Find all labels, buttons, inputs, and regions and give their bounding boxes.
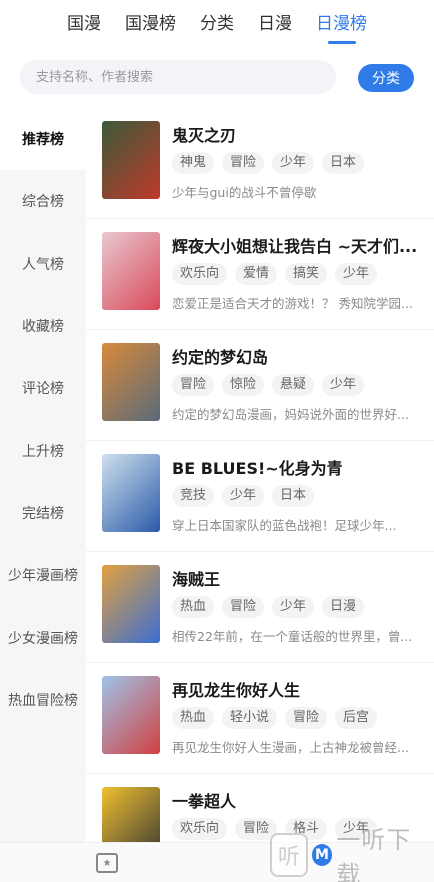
comic-tags: 欢乐向 爱情 搞笑 少年 [172, 263, 378, 285]
sidebar-item-shounen[interactable]: 少年漫画榜 [0, 544, 86, 606]
comic-tag: 竞技 [172, 485, 215, 507]
comic-description: 少年与gui的战斗不曾停歇 [172, 185, 317, 200]
comic-tag: 热血 [172, 596, 215, 618]
comic-tag: 冒险 [222, 152, 265, 174]
sidebar-item-popular[interactable]: 人气榜 [0, 233, 86, 295]
comic-title[interactable]: 辉夜大小姐想让我告白 ~天才们... [172, 233, 417, 257]
tab-riman-rank[interactable]: 日漫榜 [304, 2, 379, 46]
comic-description: 恋爱正是适合天才的游戏！？ 秀知院学园... [172, 296, 413, 311]
comic-tag: 后宫 [335, 707, 378, 729]
comic-tag: 欢乐向 [172, 818, 228, 840]
comic-tags: 热血 冒险 少年 日漫 [172, 596, 365, 618]
comic-tag: 日本 [322, 152, 365, 174]
star-icon[interactable]: ★ [96, 853, 118, 873]
comic-list-item[interactable]: 约定的梦幻岛 冒险 惊险 悬疑 少年 约定的梦幻岛漫画，妈妈说外面的世界好... [86, 330, 434, 441]
comic-tag: 冒险 [222, 596, 265, 618]
comic-tag: 悬疑 [272, 374, 315, 396]
sidebar-item-overall[interactable]: 综合榜 [0, 170, 86, 232]
comic-list-item[interactable]: 鬼灭之刃 神鬼 冒险 少年 日本 少年与gui的战斗不曾停歇 [86, 108, 434, 219]
comic-cover-image[interactable] [102, 121, 160, 199]
comic-title[interactable]: 再见龙生你好人生 [172, 677, 300, 701]
comic-description: 相传22年前，在一个童话般的世界里，曾... [172, 629, 413, 644]
tab-guoman-rank[interactable]: 国漫榜 [113, 2, 188, 46]
comic-cover-image[interactable] [102, 232, 160, 310]
comic-description: 再见龙生你好人生漫画，上古神龙被曾经... [172, 740, 409, 755]
comic-tags: 神鬼 冒险 少年 日本 [172, 152, 365, 174]
sidebar-item-comments[interactable]: 评论榜 [0, 357, 86, 419]
comic-tag: 日本 [272, 485, 315, 507]
rank-sidebar: 推荐榜 综合榜 人气榜 收藏榜 评论榜 上升榜 完结榜 少年漫画榜 少女漫画榜 … [0, 108, 86, 842]
comic-tag: 少年 [222, 485, 265, 507]
tab-riman[interactable]: 日漫 [246, 2, 304, 46]
comic-title[interactable]: 鬼灭之刃 [172, 122, 236, 146]
comic-tag: 少年 [272, 596, 315, 618]
comic-tag: 少年 [322, 374, 365, 396]
sidebar-item-shoujo[interactable]: 少女漫画榜 [0, 606, 86, 668]
comic-tag: 日漫 [322, 596, 365, 618]
comic-list-item[interactable]: BE BLUES!~化身为青 竞技 少年 日本穿上日本国家队的蓝色战袍！足球少年... [86, 441, 434, 552]
watermark-text: 一听下载 [336, 826, 412, 882]
watermark-logo-icon: 听 [270, 833, 308, 877]
comic-title[interactable]: 海贼王 [172, 566, 220, 590]
comic-title[interactable]: BE BLUES!~化身为青 [172, 455, 343, 479]
watermark-badge: M [311, 844, 333, 866]
comic-tag: 轻小说 [222, 707, 278, 729]
comic-tag: 搞笑 [285, 263, 328, 285]
comic-title[interactable]: 约定的梦幻岛 [172, 344, 268, 368]
comic-cover-image[interactable] [102, 565, 160, 643]
comic-list: 鬼灭之刃 神鬼 冒险 少年 日本 少年与gui的战斗不曾停歇 辉夜大小姐想让我告白 ~天才们… [86, 108, 434, 842]
comic-title[interactable]: 一拳超人 [172, 788, 236, 812]
comic-tag: 爱情 [235, 263, 278, 285]
comic-tags: 热血 轻小说 冒险 后宫 [172, 707, 378, 729]
comic-cover-image[interactable] [102, 343, 160, 421]
comic-list-item[interactable]: 海贼王热血 冒险 少年 日漫相传22年前，在一个童话般的世界里，曾... [86, 552, 434, 663]
comic-cover-image[interactable] [102, 454, 160, 532]
comic-tag: 冒险 [172, 374, 215, 396]
comic-description: 约定的梦幻岛漫画，妈妈说外面的世界好... [172, 407, 409, 422]
comic-tag: 热血 [172, 707, 215, 729]
sidebar-item-favorites[interactable]: 收藏榜 [0, 295, 86, 357]
sidebar-item-recommend[interactable]: 推荐榜 [0, 108, 86, 171]
comic-cover-image[interactable] [102, 676, 160, 754]
comic-list-item[interactable]: 再见龙生你好人生 热血 轻小说 冒险 后宫 再见龙生你好人生漫画，上古神龙被曾经... [86, 663, 434, 774]
watermark: 听 M 一听下载 [270, 826, 430, 882]
comic-tag: 少年 [335, 263, 378, 285]
comic-cover-image[interactable] [102, 787, 160, 842]
comic-tags: 竞技 少年 日本 [172, 485, 315, 507]
sidebar-item-hot-blood[interactable]: 热血冒险榜 [0, 669, 86, 731]
search-input[interactable] [20, 60, 336, 94]
comic-tag: 冒险 [285, 707, 328, 729]
search-row: 分类 [20, 60, 414, 94]
comic-tag: 欢乐向 [172, 263, 228, 285]
tab-guoman[interactable]: 国漫 [55, 2, 113, 46]
tab-category[interactable]: 分类 [188, 2, 246, 46]
sidebar-item-rising[interactable]: 上升榜 [0, 419, 86, 481]
comic-tag: 神鬼 [172, 152, 215, 174]
comic-description: 穿上日本国家队的蓝色战袍！足球少年... [172, 518, 397, 533]
top-tabs: 国漫 国漫榜 分类 日漫 日漫榜 [0, 0, 434, 48]
sidebar-item-completed[interactable]: 完结榜 [0, 482, 86, 544]
category-button[interactable]: 分类 [358, 64, 414, 92]
comic-tag: 惊险 [222, 374, 265, 396]
comic-tag: 少年 [272, 152, 315, 174]
comic-tags: 冒险 惊险 悬疑 少年 [172, 374, 365, 396]
comic-list-item[interactable]: 辉夜大小姐想让我告白 ~天才们... 欢乐向 爱情 搞笑 少年恋爱正是适合天才的游戏！？… [86, 219, 434, 330]
